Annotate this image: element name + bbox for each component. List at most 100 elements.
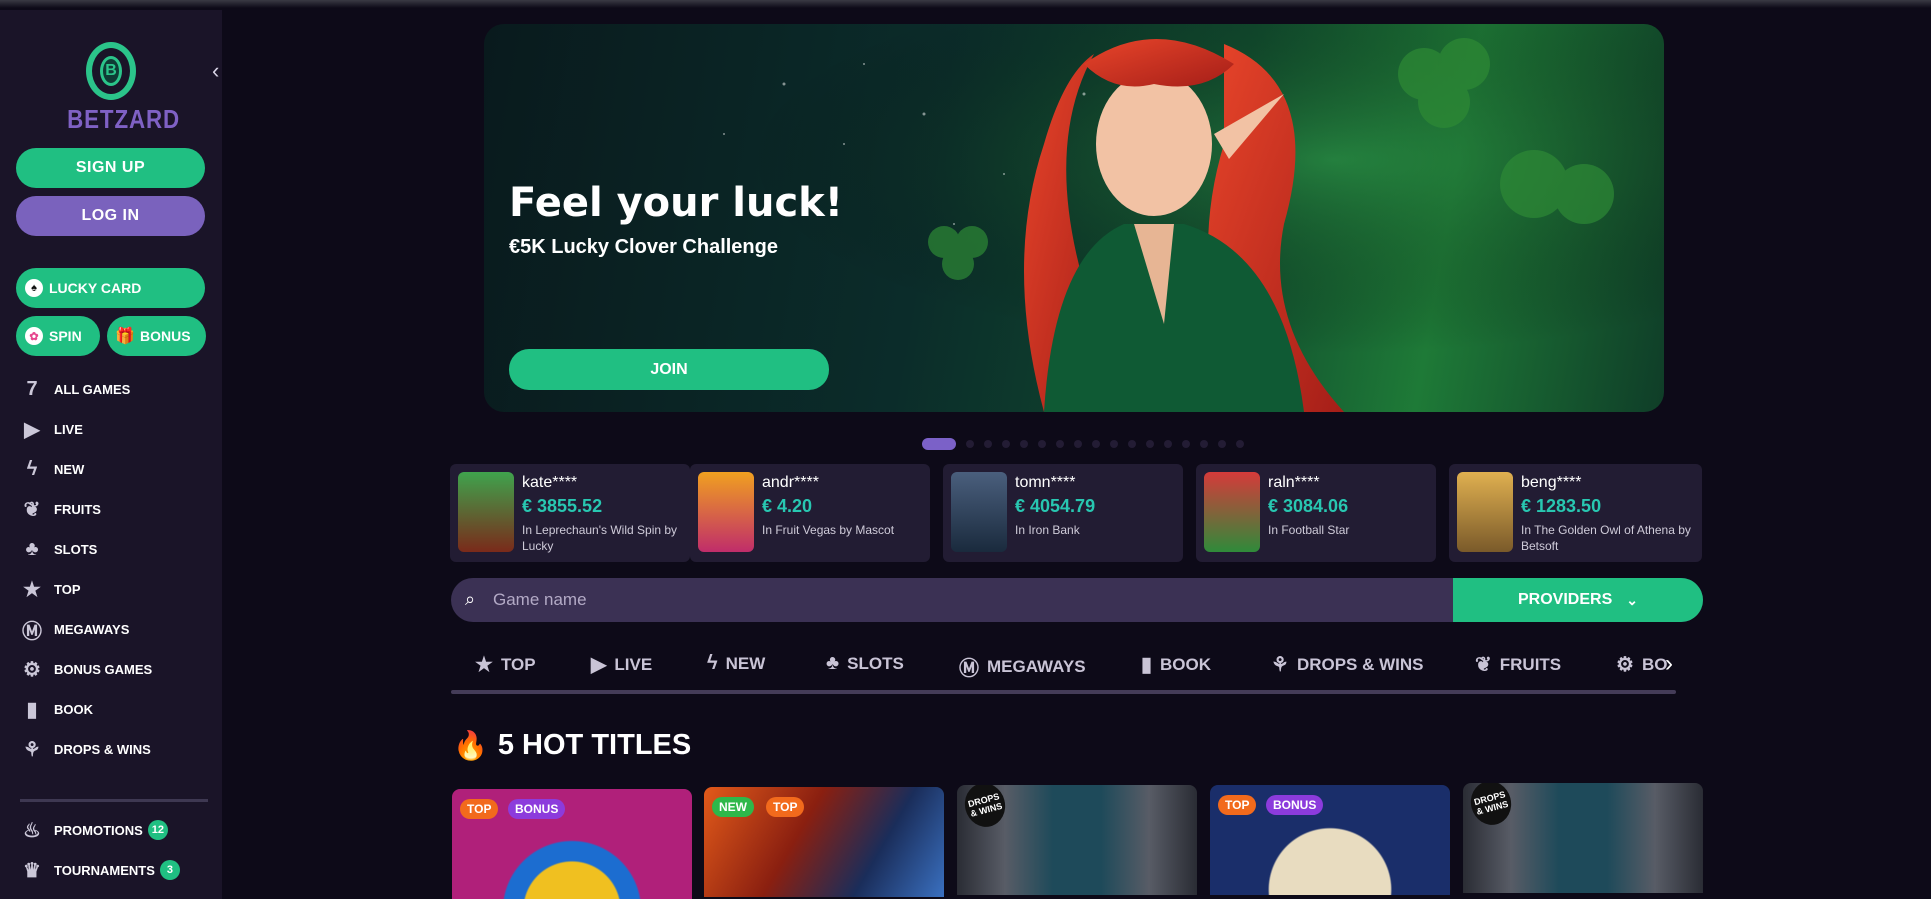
sidebar-item-top[interactable]: ★ TOP: [20, 575, 81, 603]
brand-name: BETZARD: [67, 104, 180, 134]
game-tile[interactable]: TOP BONUS: [452, 789, 692, 899]
win-card[interactable]: raln**** € 3084.06 In Football Star: [1196, 464, 1436, 562]
providers-dropdown[interactable]: PROVIDERS ⌄: [1453, 578, 1703, 622]
tab-megaways[interactable]: Ⓜ MEGAWAYS: [959, 652, 1086, 681]
win-card[interactable]: beng**** € 1283.50 In The Golden Owl of …: [1449, 464, 1702, 562]
section-title: 🔥 5 HOT TITLES: [453, 729, 691, 762]
promo-icon: ♨: [23, 819, 41, 842]
login-button[interactable]: LOG IN: [16, 196, 205, 236]
game-tile[interactable]: TOP BONUS: [1210, 785, 1450, 895]
sidebar-item-bonus-games[interactable]: ⚙ BONUS GAMES: [20, 655, 152, 683]
tag-badge: BONUS: [1266, 795, 1324, 815]
providers-label: PROVIDERS: [1518, 591, 1613, 608]
search-input[interactable]: [493, 578, 1393, 622]
sidebar-item-label: LIVE: [54, 421, 83, 437]
carousel-dot[interactable]: [1200, 440, 1208, 448]
tag-badge: BONUS: [508, 799, 566, 819]
sidebar-divider: [20, 799, 208, 802]
carousel-dot[interactable]: [1020, 440, 1028, 448]
drops-wins-badge: DROPS & WINS: [1465, 783, 1517, 830]
carousel-dot[interactable]: [1110, 440, 1118, 448]
signup-button[interactable]: SIGN UP: [16, 148, 205, 188]
sidebar: B BETZARD ‹ SIGN UP LOG IN ♠ LUCKY CARD …: [0, 10, 222, 899]
sidebar-item-label: ALL GAMES: [54, 381, 131, 397]
carousel-dot[interactable]: [1056, 440, 1064, 448]
carousel-dot[interactable]: [984, 440, 992, 448]
tab-live[interactable]: ▶ LIVE: [591, 652, 652, 677]
tab-slots[interactable]: ♣ SLOTS: [826, 652, 904, 675]
hero-banner[interactable]: Feel your luck! €5K Lucky Clover Challen…: [484, 24, 1664, 412]
sidebar-item-label: TOP: [54, 581, 81, 597]
sidebar-item-all-games[interactable]: 7 ALL GAMES: [20, 375, 130, 403]
carousel-dot[interactable]: [1146, 440, 1154, 448]
win-amount: € 4.20: [762, 496, 813, 516]
star-icon: ★: [475, 654, 493, 676]
sidebar-item-label: SLOTS: [54, 541, 98, 557]
tab-label: NEW: [725, 653, 766, 673]
carousel-dot[interactable]: [1074, 440, 1082, 448]
sidebar-item-slots[interactable]: ♣ SLOTS: [20, 535, 97, 563]
sidebar-item-live[interactable]: ▶ LIVE: [20, 415, 83, 443]
search-icon: ⌕: [465, 589, 476, 609]
tab-book[interactable]: ▮ BOOK: [1141, 652, 1211, 677]
tab-label: DROPS & WINS: [1296, 654, 1424, 674]
sidebar-item-new[interactable]: ϟ NEW: [20, 455, 85, 483]
sidebar-item-tournaments[interactable]: ♛ TOURNAMENTS 3: [20, 856, 180, 884]
cherries-icon: ♣: [826, 652, 840, 674]
category-tabs: ★ TOP ▶ LIVE ϟ NEW ♣ SLOTS Ⓜ MEGAWAYS ▮ BOOK ⚘…: [451, 640, 1681, 696]
win-user: tomn****: [1015, 474, 1076, 491]
win-game: In Iron Bank: [1015, 523, 1080, 537]
collapse-sidebar-icon[interactable]: ‹: [212, 58, 219, 84]
game-tile[interactable]: NEW TOP: [704, 787, 944, 897]
carousel-dot[interactable]: [922, 438, 956, 450]
sidebar-item-promotions[interactable]: ♨ PROMOTIONS 12: [20, 816, 168, 844]
carousel-dot[interactable]: [966, 440, 974, 448]
brand-logo[interactable]: B BETZARD: [60, 42, 180, 135]
carousel-dot[interactable]: [1038, 440, 1046, 448]
win-card[interactable]: andr**** € 4.20 In Fruit Vegas by Mascot: [690, 464, 930, 562]
carousel-dot[interactable]: [1182, 440, 1190, 448]
cherries-icon: ♣: [25, 537, 39, 560]
hero-title: Feel your luck!: [509, 180, 844, 226]
win-card[interactable]: kate**** € 3855.52 In Leprechaun's Wild …: [450, 464, 690, 562]
spin-button[interactable]: ✿ SPIN: [16, 316, 100, 356]
game-tile[interactable]: DROPS & WINS: [1463, 783, 1703, 893]
carousel-dot[interactable]: [1002, 440, 1010, 448]
star-icon: ★: [23, 578, 41, 601]
tag-badge: NEW: [712, 797, 754, 817]
game-thumbnail: [458, 472, 514, 552]
win-user: andr****: [762, 474, 819, 491]
sidebar-item-megaways[interactable]: Ⓜ MEGAWAYS: [20, 615, 129, 643]
carousel-dot[interactable]: [1164, 440, 1172, 448]
tab-top[interactable]: ★ TOP: [475, 652, 536, 677]
fruit-icon: ❦: [23, 498, 41, 521]
category-scrollbar[interactable]: [451, 690, 1676, 694]
gear-icon: ⚙: [1616, 654, 1634, 676]
megaways-icon: Ⓜ: [959, 658, 979, 680]
sidebar-item-label: TOURNAMENTS: [54, 862, 155, 878]
game-tile[interactable]: DROPS & WINS: [957, 785, 1197, 895]
sidebar-item-drops-wins[interactable]: ⚘ DROPS & WINS: [20, 735, 151, 763]
carousel-dot[interactable]: [1092, 440, 1100, 448]
carousel-dot[interactable]: [1128, 440, 1136, 448]
sidebar-item-book[interactable]: ▮ BOOK: [20, 695, 93, 723]
tab-drops-wins[interactable]: ⚘ DROPS & WINS: [1271, 652, 1424, 677]
recent-wins-strip: kate**** € 3855.52 In Leprechaun's Wild …: [450, 464, 1702, 562]
count-badge: 12: [147, 820, 168, 840]
sidebar-item-fruits[interactable]: ❦ FRUITS: [20, 495, 101, 523]
bonus-button[interactable]: 🎁 BONUS: [107, 316, 206, 356]
chevron-right-icon[interactable]: ›: [1665, 650, 1673, 678]
lucky-card-button[interactable]: ♠ LUCKY CARD: [16, 268, 205, 308]
win-amount: € 4054.79: [1015, 496, 1096, 516]
join-button[interactable]: JOIN: [509, 349, 829, 390]
tab-new[interactable]: ϟ NEW: [707, 652, 765, 675]
tab-fruits[interactable]: ❦ FRUITS: [1475, 652, 1561, 677]
tab-bonus-games[interactable]: ⚙ BO: [1616, 652, 1667, 677]
win-card[interactable]: tomn**** € 4054.79 In Iron Bank: [943, 464, 1183, 562]
tab-label: TOP: [500, 654, 536, 674]
sidebar-item-label: BONUS GAMES: [54, 661, 153, 677]
carousel-dot[interactable]: [1236, 440, 1244, 448]
win-amount: € 3855.52: [522, 496, 603, 516]
sidebar-item-label: BOOK: [54, 701, 93, 717]
carousel-dot[interactable]: [1218, 440, 1226, 448]
